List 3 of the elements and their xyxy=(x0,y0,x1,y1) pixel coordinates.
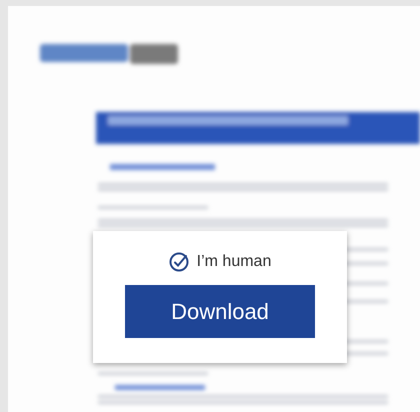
check-circle-icon[interactable] xyxy=(168,252,189,272)
download-button[interactable]: Download xyxy=(125,285,315,338)
checkbox-label: I’m human xyxy=(196,253,272,271)
